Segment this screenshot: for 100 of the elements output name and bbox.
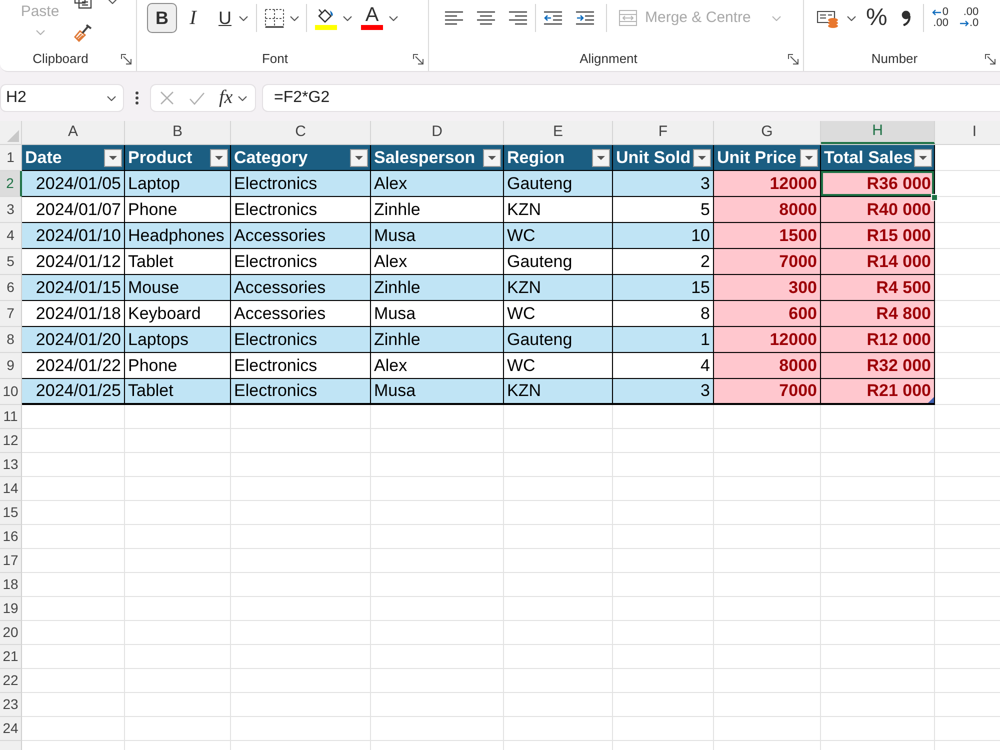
row-header[interactable]: 1: [0, 145, 22, 171]
chevron-down-icon[interactable]: [239, 16, 248, 20]
row-header[interactable]: 20: [0, 621, 22, 645]
increase-decimal-button[interactable]: 0 .00: [932, 7, 948, 29]
filter-button[interactable]: [210, 148, 228, 166]
row-header[interactable]: 7: [0, 301, 22, 327]
column-heading: Unit Price: [717, 146, 796, 169]
table-cell: 2024/01/05: [22, 171, 125, 197]
dialog-launcher-icon[interactable]: [788, 54, 799, 64]
column-header[interactable]: F: [613, 121, 714, 144]
chevron-down-icon[interactable]: [847, 16, 856, 20]
decrease-indent-icon[interactable]: [544, 11, 562, 25]
row-header[interactable]: 21: [0, 645, 22, 669]
table-cell: 1: [613, 327, 714, 353]
column-header[interactable]: A: [22, 121, 125, 144]
underline-button[interactable]: U: [213, 3, 237, 33]
table-resize-handle-icon[interactable]: [928, 397, 934, 403]
filter-button[interactable]: [483, 148, 501, 166]
row-header[interactable]: 2: [0, 171, 22, 197]
column-header[interactable]: E: [504, 121, 613, 144]
column-heading: Date: [25, 146, 62, 169]
paint-bucket-icon[interactable]: [315, 6, 337, 30]
font-color-button[interactable]: A: [361, 6, 383, 30]
filter-button[interactable]: [693, 148, 711, 166]
row-header[interactable]: 13: [0, 453, 22, 477]
percent-style-button[interactable]: %: [866, 5, 888, 31]
chevron-down-icon[interactable]: [108, 0, 117, 4]
row-header[interactable]: 10: [0, 379, 22, 405]
dialog-launcher-icon[interactable]: [413, 54, 424, 64]
row-header[interactable]: 22: [0, 669, 22, 693]
row-header[interactable]: 8: [0, 327, 22, 353]
chevron-down-icon[interactable]: [238, 96, 247, 100]
row-header[interactable]: 14: [0, 477, 22, 501]
row-header[interactable]: 6: [0, 275, 22, 301]
group-label: Number: [871, 50, 918, 68]
decrease-decimal-button[interactable]: .00 .0: [960, 7, 979, 29]
align-right-icon[interactable]: [509, 11, 527, 25]
filter-button[interactable]: [592, 148, 610, 166]
table-cell: 10: [613, 223, 714, 249]
table-cell: R40 000: [821, 197, 935, 223]
row-header[interactable]: 16: [0, 525, 22, 549]
column-header[interactable]: C: [231, 121, 371, 144]
chevron-down-icon[interactable]: [389, 16, 398, 20]
row-header[interactable]: 19: [0, 597, 22, 621]
increase-indent-icon[interactable]: [576, 11, 594, 25]
table-cell: 2024/01/22: [22, 353, 125, 379]
formula-input[interactable]: =F2*G2: [262, 84, 1000, 112]
insert-function-button[interactable]: fx: [219, 88, 233, 108]
row-header[interactable]: 12: [0, 429, 22, 453]
vertical-ellipsis-icon[interactable]: [135, 91, 139, 105]
filter-button[interactable]: [914, 148, 932, 166]
table-cell: Laptops: [125, 327, 231, 353]
table-cell: R32 000: [821, 353, 935, 379]
column-heading: Category: [234, 146, 308, 169]
name-box[interactable]: H2: [0, 84, 124, 112]
table-cell: 600: [714, 301, 821, 327]
column-header[interactable]: D: [371, 121, 504, 144]
row-header[interactable]: 4: [0, 223, 22, 249]
table-cell: 3: [613, 171, 714, 197]
italic-button[interactable]: I: [181, 3, 205, 33]
row-header[interactable]: 23: [0, 693, 22, 717]
bold-button[interactable]: B: [147, 3, 177, 33]
border-grid-icon[interactable]: [265, 8, 284, 28]
table-cell: Keyboard: [125, 301, 231, 327]
row-header[interactable]: 5: [0, 249, 22, 275]
column-header[interactable]: B: [125, 121, 231, 144]
copy-icon[interactable]: [73, 0, 93, 9]
fill-handle[interactable]: [931, 194, 938, 201]
table-cell: R36 000: [821, 171, 935, 197]
comma-style-icon[interactable]: [901, 10, 912, 26]
table-cell: Zinhle: [371, 275, 504, 301]
row-header[interactable]: 15: [0, 501, 22, 525]
chevron-down-icon[interactable]: [290, 16, 299, 20]
arrow-left-icon: [932, 9, 942, 16]
chevron-down-icon[interactable]: [107, 96, 116, 100]
chevron-down-icon[interactable]: [343, 16, 352, 20]
row-header[interactable]: 11: [0, 405, 22, 429]
row-header[interactable]: 17: [0, 549, 22, 573]
table-cell: 2024/01/20: [22, 327, 125, 353]
column-header[interactable]: I: [935, 121, 1000, 144]
column-header[interactable]: H: [821, 121, 935, 144]
row-header[interactable]: 9: [0, 353, 22, 379]
dialog-launcher-icon[interactable]: [121, 54, 132, 64]
paintbrush-icon[interactable]: [73, 22, 93, 42]
dialog-launcher-icon[interactable]: [985, 54, 996, 64]
filter-button[interactable]: [104, 148, 122, 166]
accounting-format-icon[interactable]: [817, 8, 839, 28]
align-left-icon[interactable]: [445, 11, 463, 25]
table-cell: R4 800: [821, 301, 935, 327]
dropdown-arrow-icon: [215, 156, 223, 160]
table-cell: 2024/01/10: [22, 223, 125, 249]
row-header[interactable]: 3: [0, 197, 22, 223]
filter-button[interactable]: [350, 148, 368, 166]
row-header[interactable]: 18: [0, 573, 22, 597]
align-center-icon[interactable]: [477, 11, 495, 25]
table-cell: 12000: [714, 171, 821, 197]
dropdown-arrow-icon: [919, 156, 927, 160]
row-header[interactable]: 24: [0, 717, 22, 741]
check-icon[interactable]: [189, 92, 205, 104]
filter-button[interactable]: [800, 148, 818, 166]
